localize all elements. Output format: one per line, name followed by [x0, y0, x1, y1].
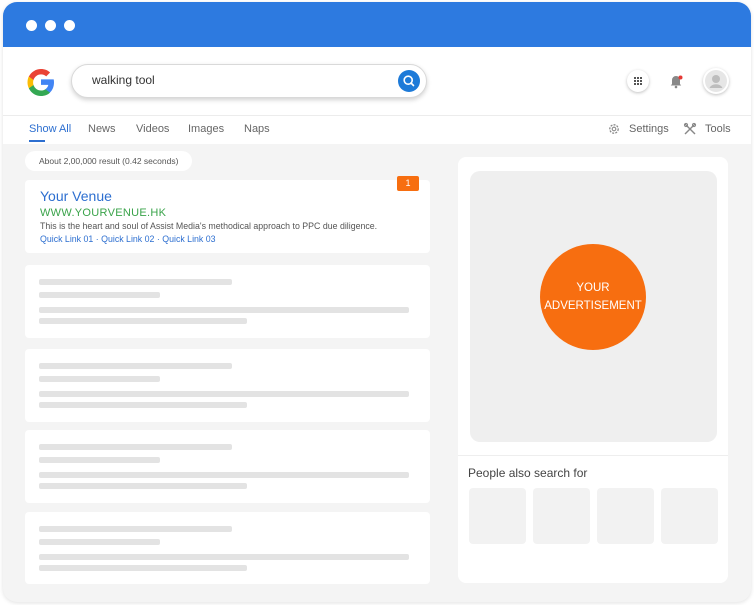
placeholder-line — [39, 554, 409, 560]
window-control-dot[interactable] — [26, 20, 37, 31]
placeholder-line — [39, 318, 247, 324]
result-count: About 2,00,000 result (0.42 seconds) — [25, 151, 193, 171]
apps-button[interactable] — [627, 70, 649, 92]
avatar[interactable] — [703, 68, 729, 94]
result-url[interactable]: WWW.YOURVENUE.HK — [40, 207, 166, 219]
tab-show-all[interactable]: Show All — [29, 123, 71, 135]
sidebar-panel: YOUR ADVERTISEMENT People also search fo… — [458, 157, 728, 583]
quick-link[interactable]: Quick Link 03 — [162, 234, 215, 244]
related-search-tile[interactable] — [661, 488, 718, 544]
divider — [458, 455, 728, 456]
active-tab-indicator — [29, 140, 45, 142]
search-header: walking tool — [3, 47, 751, 115]
search-tabs-bar: Show All News Videos Images Naps Setting… — [3, 115, 751, 144]
placeholder-line — [39, 279, 232, 285]
tab-news[interactable]: News — [88, 123, 116, 135]
result-description: This is the heart and soul of Assist Med… — [40, 221, 378, 231]
placeholder-line — [39, 565, 247, 571]
placeholder-result-card[interactable] — [25, 430, 430, 503]
tools-icon — [683, 122, 697, 135]
placeholder-line — [39, 402, 247, 408]
placeholder-line — [39, 376, 160, 382]
tab-maps[interactable]: Naps — [244, 123, 270, 135]
search-input[interactable]: walking tool — [71, 64, 427, 98]
placeholder-line — [39, 307, 409, 313]
sponsored-result-card[interactable]: Your Venue WWW.YOURVENUE.HK This is the … — [25, 176, 430, 253]
placeholder-line — [39, 539, 160, 545]
settings-label: Settings — [629, 123, 669, 135]
tab-videos[interactable]: Videos — [136, 123, 169, 135]
related-search-tile[interactable] — [597, 488, 654, 544]
grid-icon — [634, 77, 642, 85]
placeholder-line — [39, 526, 232, 532]
gear-icon — [609, 124, 619, 134]
tools-label: Tools — [705, 123, 731, 135]
ad-line: YOUR — [576, 282, 610, 294]
placeholder-line — [39, 292, 160, 298]
browser-window: walking tool Show All News Videos Images… — [3, 2, 751, 602]
placeholder-line — [39, 391, 409, 397]
bell-icon — [670, 75, 683, 89]
placeholder-result-card[interactable] — [25, 349, 430, 422]
people-also-search-heading: People also search for — [468, 466, 588, 480]
advertisement-badge[interactable]: YOUR ADVERTISEMENT — [540, 244, 646, 350]
notifications-button[interactable] — [665, 70, 687, 92]
search-icon — [403, 75, 415, 87]
ad-line: ADVERTISEMENT — [544, 300, 642, 312]
window-control-dot[interactable] — [45, 20, 56, 31]
placeholder-result-card[interactable] — [25, 265, 430, 338]
placeholder-line — [39, 444, 232, 450]
advertisement-box[interactable]: YOUR ADVERTISEMENT — [470, 171, 717, 442]
google-logo[interactable] — [23, 64, 59, 100]
related-search-tile[interactable] — [533, 488, 590, 544]
placeholder-line — [39, 472, 409, 478]
quick-link[interactable]: Quick Link 01 — [40, 234, 93, 244]
placeholder-result-card[interactable] — [25, 512, 430, 584]
search-button[interactable] — [398, 70, 420, 92]
quick-links: Quick Link 01 · Quick Link 02 · Quick Li… — [40, 234, 216, 244]
related-search-tile[interactable] — [469, 488, 526, 544]
rank-badge: 1 — [397, 176, 419, 191]
window-control-dot[interactable] — [64, 20, 75, 31]
result-title[interactable]: Your Venue — [40, 188, 112, 204]
tab-images[interactable]: Images — [188, 123, 224, 135]
title-bar — [3, 2, 751, 47]
quick-link[interactable]: Quick Link 02 — [101, 234, 154, 244]
search-query[interactable]: walking tool — [92, 73, 155, 87]
placeholder-line — [39, 457, 160, 463]
user-icon — [705, 70, 727, 92]
placeholder-line — [39, 363, 232, 369]
placeholder-line — [39, 483, 247, 489]
